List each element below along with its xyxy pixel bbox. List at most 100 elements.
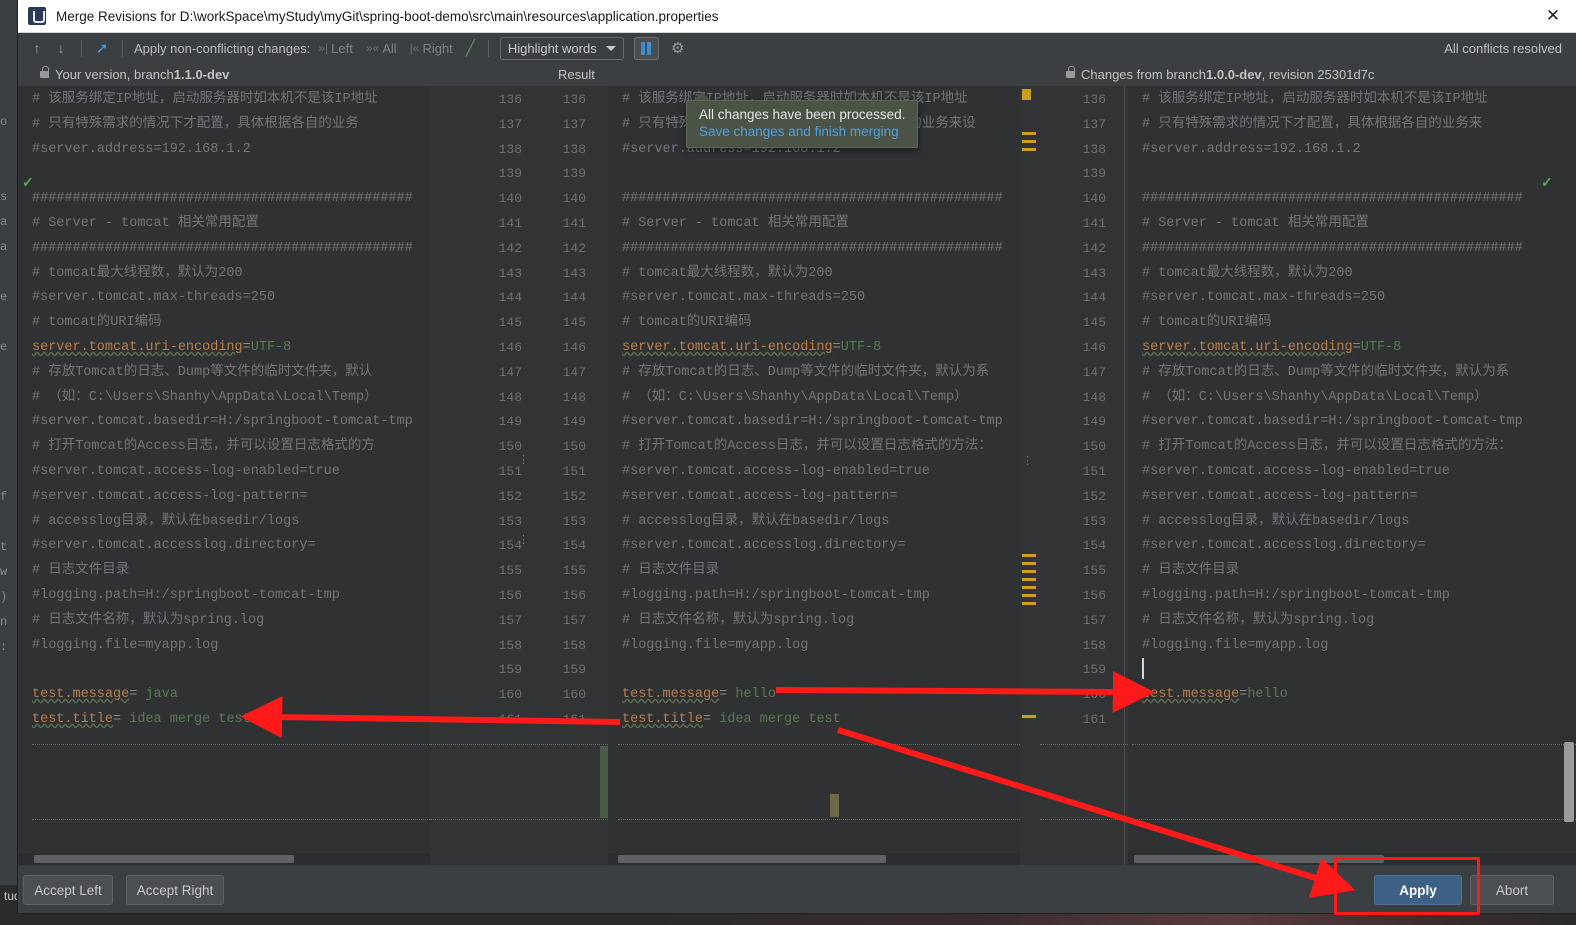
merge-revisions-dialog: Merge Revisions for D:\workSpace\myStudy… [18, 0, 1576, 913]
stripe-marker-3 [1022, 148, 1036, 151]
left-hscroll-thumb[interactable] [34, 855, 294, 863]
result-pane-header: Result [558, 66, 595, 82]
result-line-numbers: 136 137 138 139 140 141 142 143 144 145 146 147 148 1… [562, 92, 586, 727]
divider-right [1124, 86, 1125, 865]
apply-non-conflicting-icon[interactable]: ➚ [91, 37, 113, 59]
added-block-marker [600, 746, 608, 818]
apply-non-conflicting-label: Apply non-conflicting changes: [134, 40, 311, 56]
left-pane-branch: 1.1.0-dev [173, 66, 230, 82]
whitespace-toggle-icon[interactable] [633, 36, 659, 60]
apply-left-icon: »| [318, 41, 329, 55]
lock-icon [40, 65, 49, 78]
conflicts-status: All conflicts resolved [1444, 40, 1562, 56]
stripe-marker-g5 [1022, 586, 1036, 589]
right-editor-code[interactable]: # 该服务绑定IP地址，启动服务器时如本机不是该IP地址 # 只有特殊需求的情况下… [1128, 88, 1523, 733]
right-pane-header: Changes from branch 1.0.0-dev , revision… [1066, 65, 1375, 82]
apply-right-button[interactable]: |« Right [410, 41, 453, 56]
intellij-idea-icon [28, 7, 46, 25]
apply-all-label: All [382, 40, 397, 56]
change-separator-right-top [1132, 744, 1576, 745]
right-pane-branch: 1.0.0-dev [1206, 66, 1262, 82]
right-hscrollbar[interactable] [1128, 853, 1576, 865]
pane-headers: Your version, branch 1.1.0-dev Result Ch… [18, 63, 1576, 85]
stripe-marker-1 [1022, 132, 1036, 135]
toolbar-divider-3 [487, 39, 489, 57]
apply-left-label: Left [331, 40, 353, 56]
right-vscrollbar-thumb[interactable] [1564, 742, 1574, 822]
change-separator-gutter2-b [1040, 819, 1128, 820]
change-separator-left-top [32, 744, 430, 745]
left-pane-header: Your version, branch 1.1.0-dev [40, 65, 230, 82]
left-pane-header-prefix: Your version, branch [55, 66, 174, 82]
left-editor-pane[interactable]: # 该服务绑定IP地址，启动服务器时如本机不是该IP地址 # 只有特殊需求的情况下… [18, 86, 430, 865]
apply-left-button[interactable]: »| Left [318, 41, 352, 56]
result-hscrollbar[interactable] [608, 853, 1020, 865]
right-pane-header-suffix: , revision 25301d7c [1261, 66, 1375, 82]
stripe-marker-g3 [1022, 570, 1036, 573]
left-editor-code[interactable]: # 该服务绑定IP地址，启动服务器时如本机不是该IP地址 # 只有特殊需求的情况下… [18, 88, 413, 733]
toolbar-divider-2 [122, 39, 123, 57]
change-separator-mid-top [618, 744, 1020, 745]
magic-wand-icon: ╱ [465, 40, 475, 57]
change-separator-gutter1-b [430, 819, 608, 820]
dialog-title: Merge Revisions for D:\workSpace\myStudy… [56, 8, 719, 24]
right-hscroll-thumb[interactable] [1134, 855, 1384, 863]
stripe-marker-g6 [1022, 594, 1036, 597]
highlight-mode-value: Highlight words [507, 40, 597, 56]
merge-toolbar: ↑ ↓ ➚ Apply non-conflicting changes: »| … [18, 33, 1576, 63]
abort-button[interactable]: Abort [1470, 875, 1554, 905]
change-separator-gutter2 [1040, 744, 1128, 745]
toolbar-divider-1 [81, 39, 82, 57]
accept-right-button[interactable]: Accept Right [126, 875, 224, 905]
fold-dots-left-2: ⋮ [518, 534, 529, 546]
right-line-numbers: 136 137 138 139 140 141 142 143 144 145 146 147 148 1… [1082, 92, 1106, 727]
apply-button[interactable]: Apply [1374, 875, 1462, 905]
result-editor-pane[interactable]: # 该服务绑定IP地址，启动服务器时如本机不是该IP地址# 只有特殊需求的情况下… [608, 86, 1020, 865]
tooltip-arrow [694, 92, 710, 100]
apply-right-label: Right [422, 40, 453, 56]
right-editor-pane[interactable]: # 该服务绑定IP地址，启动服务器时如本机不是该IP地址 # 只有特殊需求的情况下… [1128, 86, 1576, 865]
fold-dots-left: ⋮ [518, 454, 529, 466]
change-separator-mid-bottom [618, 819, 1020, 820]
tooltip-line-2[interactable]: Save changes and finish merging [699, 124, 905, 139]
arrow-down-icon[interactable]: ↓ [50, 37, 72, 59]
result-hscroll-thumb[interactable] [618, 855, 886, 863]
resolved-check-icon-left: ✓ [22, 174, 34, 190]
fold-dots-right: ⋮ [1022, 455, 1033, 467]
right-pane-header-prefix: Changes from branch [1081, 66, 1207, 82]
apply-all-button[interactable]: »« All [366, 41, 397, 56]
stripe-marker-g2 [1022, 562, 1036, 565]
result-editor-code[interactable]: # 该服务绑定IP地址，启动服务器时如本机不是该IP地址# 只有特殊需求的情况下… [608, 88, 1003, 733]
left-hscrollbar[interactable] [18, 853, 430, 865]
change-separator-left-bottom [32, 819, 430, 820]
stripe-marker-g1 [1022, 554, 1036, 557]
change-separator-right-bottom [1132, 819, 1576, 820]
accept-left-button[interactable]: Accept Left [23, 875, 113, 905]
stripe-marker-g4 [1022, 578, 1036, 581]
gutter-left: 136 137 138 139 140 141 142 143 144 145 146 147 148 1… [430, 86, 608, 865]
left-line-numbers: 136 137 138 139 140 141 142 143 144 145 146 147 148 1… [498, 92, 522, 727]
conflict-marker-icon[interactable] [1022, 89, 1031, 100]
chevron-down-icon [605, 45, 616, 51]
lock-icon-right [1066, 65, 1075, 78]
change-separator-gutter1 [430, 744, 608, 745]
caret-selection-block [830, 794, 839, 817]
apply-right-icon: |« [409, 41, 420, 55]
merge-finished-tooltip: All changes have been processed. Save ch… [686, 100, 919, 148]
gutter-right: ⋮ 136 137 138 139 140 141 142 143 144 145 146 147 14… [1020, 86, 1128, 865]
dialog-button-bar: Accept Left Accept Right Apply Abort [18, 865, 1576, 913]
stripe-marker-2 [1022, 140, 1036, 143]
stripe-marker-g7 [1022, 602, 1036, 605]
text-caret [1142, 658, 1144, 679]
arrow-up-icon[interactable]: ↑ [26, 37, 48, 59]
resolved-check-icon-right: ✓ [1541, 174, 1553, 190]
magic-resolve-button[interactable]: ╱ [466, 39, 475, 57]
stripe-marker-bottom [1022, 715, 1036, 718]
dialog-titlebar: Merge Revisions for D:\workSpace\myStudy… [18, 0, 1576, 33]
gear-icon[interactable]: ⚙ [667, 37, 689, 59]
apply-all-icon: »« [365, 41, 380, 55]
close-icon[interactable]: ✕ [1530, 0, 1576, 32]
merge-editors: # 该服务绑定IP地址，启动服务器时如本机不是该IP地址 # 只有特殊需求的情况下… [18, 86, 1576, 865]
highlight-mode-select[interactable]: Highlight words [499, 36, 624, 60]
tooltip-line-1: All changes have been processed. [699, 107, 906, 122]
